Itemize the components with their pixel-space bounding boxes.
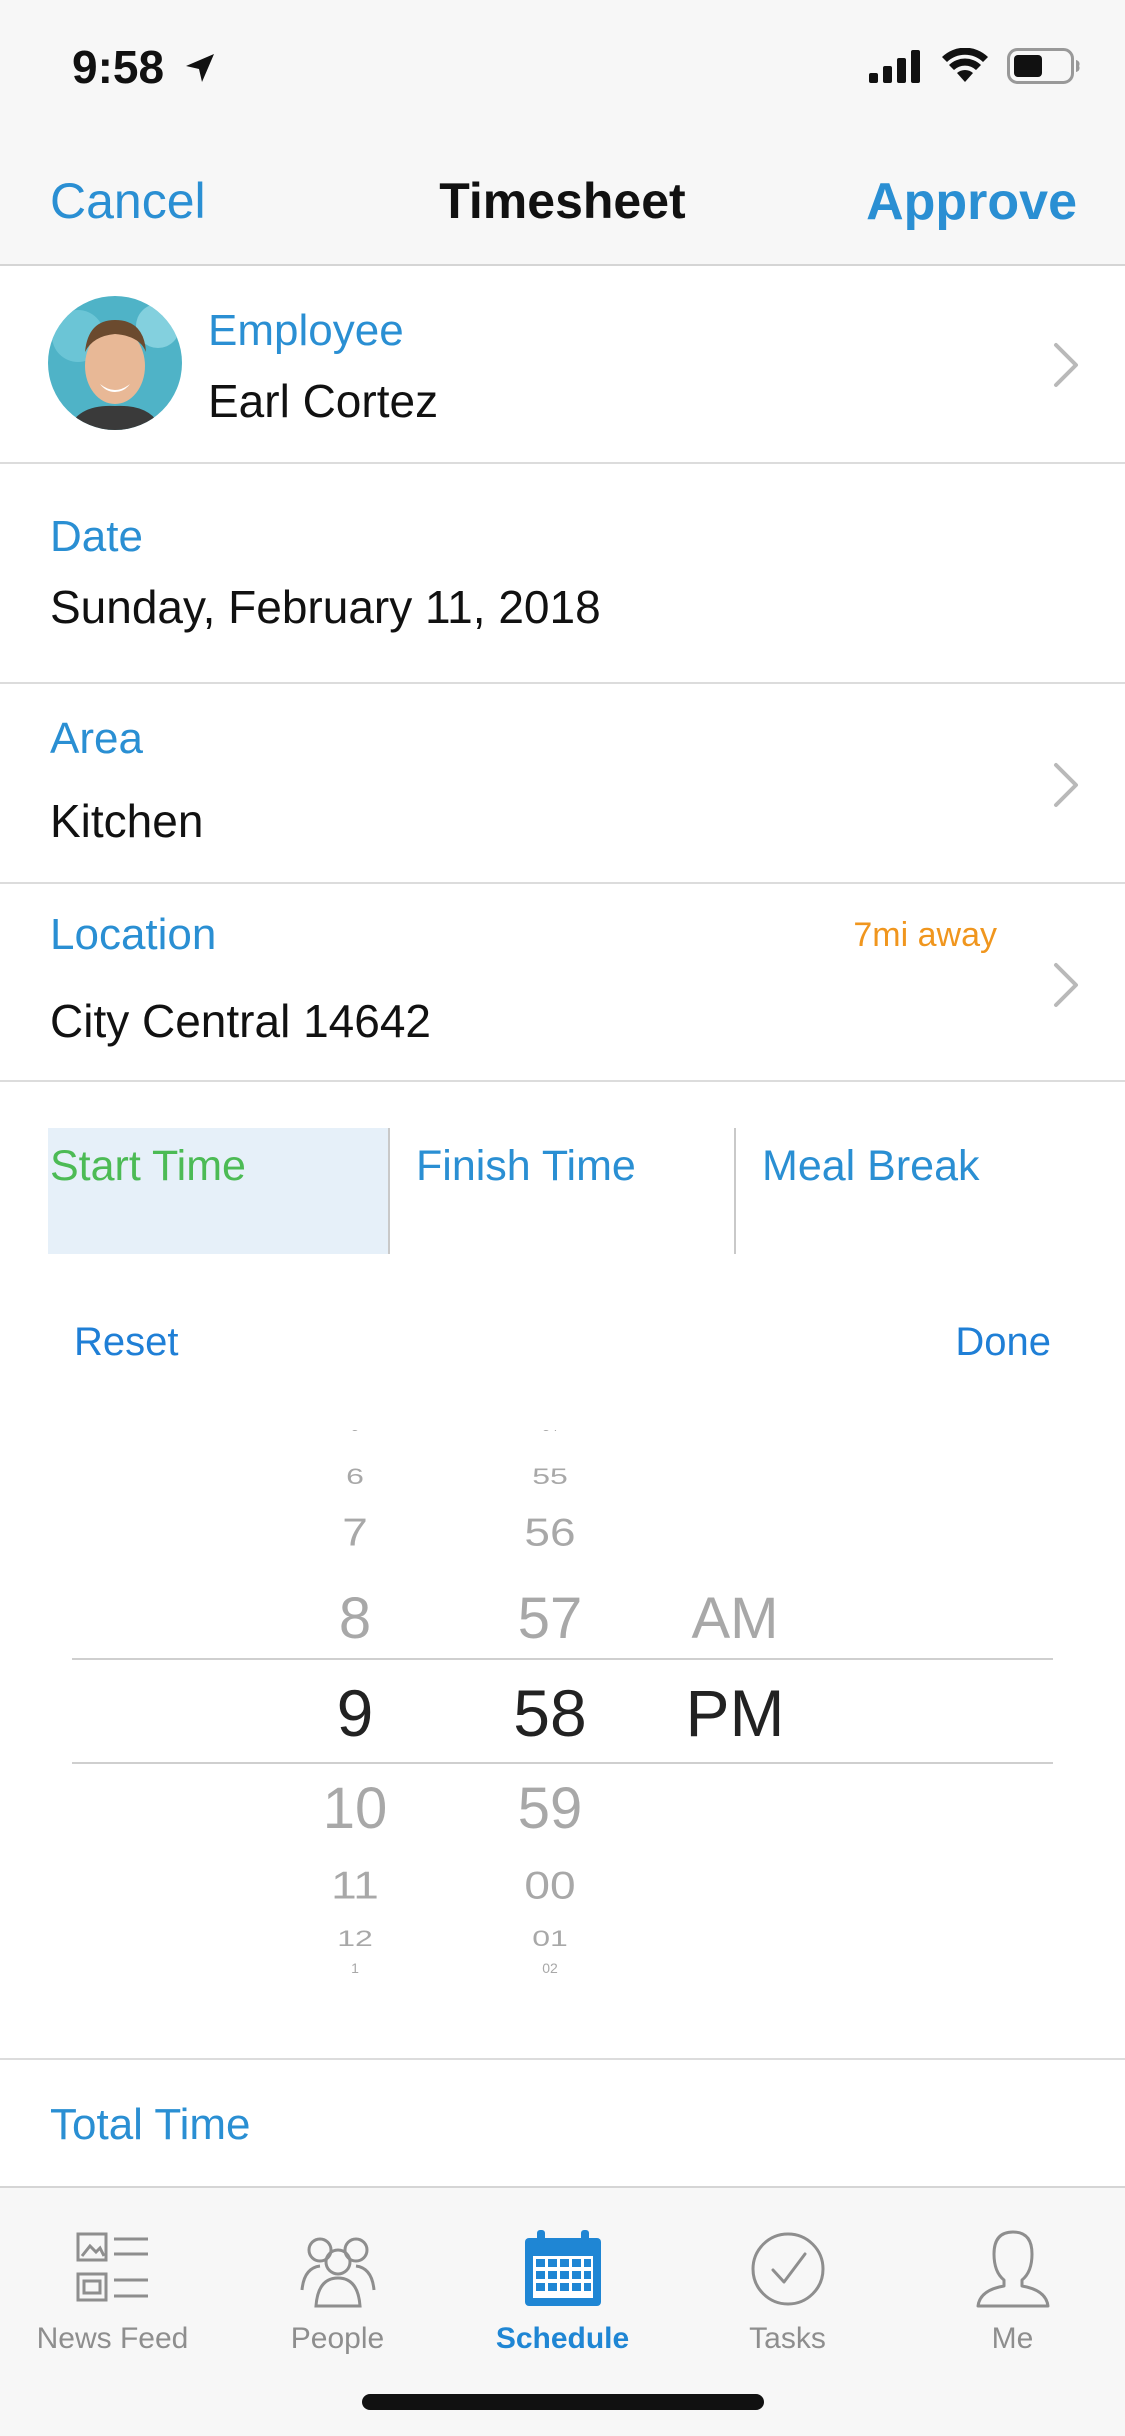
tab-label: News Feed xyxy=(36,2322,189,2355)
hour-selected[interactable]: 9 xyxy=(290,1675,420,1751)
tab-tasks[interactable]: Tasks xyxy=(675,2208,900,2356)
minute-option[interactable]: 59 xyxy=(480,1775,620,1842)
checkmark-circle-icon xyxy=(751,2232,824,2306)
tab-finish-time[interactable]: Finish Time xyxy=(390,1128,736,1254)
hour-option[interactable]: 8 xyxy=(290,1585,420,1652)
minute-option[interactable]: 02 xyxy=(480,1960,620,1976)
status-time: 9:58 xyxy=(72,41,165,93)
chevron-right-icon xyxy=(1054,963,1078,1007)
chevron-right-icon xyxy=(1054,343,1078,387)
minute-option[interactable]: 01 xyxy=(480,1926,620,1952)
area-label: Area xyxy=(50,714,143,763)
hour-option[interactable]: 7 xyxy=(290,1509,420,1555)
minute-option[interactable]: 55 xyxy=(480,1464,620,1490)
finish-time-label: Finish Time xyxy=(416,1142,636,1190)
cellular-signal-icon xyxy=(869,50,920,83)
cancel-button[interactable]: Cancel xyxy=(50,172,206,230)
navigation-bar: Cancel Timesheet Approve xyxy=(0,132,1125,266)
reset-button[interactable]: Reset xyxy=(74,1320,179,1365)
hour-option[interactable]: 1 xyxy=(290,1960,420,1976)
wifi-icon xyxy=(942,48,988,82)
location-label: Location xyxy=(50,910,217,959)
tab-start-time[interactable]: Start Time xyxy=(48,1128,390,1254)
employee-label: Employee xyxy=(208,306,404,355)
tab-label: Me xyxy=(991,2322,1034,2355)
tab-news-feed[interactable]: News Feed xyxy=(0,2208,225,2356)
tab-label: People xyxy=(290,2322,385,2355)
hour-option[interactable]: 5 xyxy=(290,1430,420,1434)
distance-badge: 7mi away xyxy=(853,916,997,954)
approve-button[interactable]: Approve xyxy=(866,172,1077,232)
hour-option[interactable]: 12 xyxy=(290,1926,420,1952)
start-time-label: Start Time xyxy=(50,1142,246,1190)
tab-label: Schedule xyxy=(495,2322,630,2355)
minute-selected[interactable]: 58 xyxy=(480,1675,620,1751)
tab-label: Tasks xyxy=(749,2322,826,2355)
tab-bar: News Feed People Schedule Tasks Me xyxy=(0,2186,1125,2436)
total-time-label: Total Time xyxy=(50,2100,251,2149)
time-picker[interactable]: 5 6 7 8 9 10 11 12 1 54 55 56 57 58 59 0… xyxy=(0,1430,1125,1980)
status-bar: 9:58 xyxy=(0,0,1125,132)
pm-selected[interactable]: PM xyxy=(670,1675,800,1751)
user-profile-icon xyxy=(976,2230,1049,2308)
home-indicator[interactable] xyxy=(362,2394,764,2410)
hour-option[interactable]: 11 xyxy=(290,1862,420,1908)
ampm-wheel[interactable]: AM PM xyxy=(670,1430,800,1980)
tab-meal-break[interactable]: Meal Break xyxy=(736,1128,1078,1254)
date-row[interactable]: Date Sunday, February 11, 2018 xyxy=(0,464,1125,684)
battery-icon xyxy=(1007,48,1080,84)
done-button[interactable]: Done xyxy=(955,1320,1051,1365)
minute-option[interactable]: 57 xyxy=(480,1585,620,1652)
location-row[interactable]: Location 7mi away City Central 14642 xyxy=(0,884,1125,1082)
minute-wheel[interactable]: 54 55 56 57 58 59 00 01 02 xyxy=(480,1430,620,1980)
meal-break-label: Meal Break xyxy=(762,1142,980,1190)
avatar xyxy=(48,296,182,430)
minute-option[interactable]: 00 xyxy=(480,1862,620,1908)
tab-me[interactable]: Me xyxy=(900,2208,1125,2356)
location-arrow-icon xyxy=(186,54,214,82)
calendar-icon xyxy=(524,2230,601,2306)
total-time-row: Total Time xyxy=(0,2058,1125,2188)
date-label: Date xyxy=(50,512,143,561)
employee-name: Earl Cortez xyxy=(208,375,439,427)
minute-option[interactable]: 54 xyxy=(480,1430,620,1434)
hour-option[interactable]: 10 xyxy=(290,1775,420,1842)
people-icon xyxy=(300,2237,375,2308)
am-option[interactable]: AM xyxy=(670,1585,800,1652)
area-value: Kitchen xyxy=(50,795,204,847)
location-value: City Central 14642 xyxy=(50,995,431,1047)
picker-toolbar: Reset Done xyxy=(0,1312,1125,1382)
hour-wheel[interactable]: 5 6 7 8 9 10 11 12 1 xyxy=(290,1430,420,1980)
status-icons xyxy=(869,48,1081,84)
tab-people[interactable]: People xyxy=(225,2208,450,2356)
time-segments: Start Time Finish Time Meal Break xyxy=(48,1128,1078,1254)
date-value: Sunday, February 11, 2018 xyxy=(50,581,601,633)
chevron-right-icon xyxy=(1054,763,1078,807)
tab-schedule[interactable]: Schedule xyxy=(450,2208,675,2356)
area-row[interactable]: Area Kitchen xyxy=(0,684,1125,884)
minute-option[interactable]: 56 xyxy=(480,1509,620,1555)
employee-row[interactable]: Employee Earl Cortez xyxy=(0,266,1125,464)
hour-option[interactable]: 6 xyxy=(290,1464,420,1490)
news-feed-icon xyxy=(76,2232,148,2302)
